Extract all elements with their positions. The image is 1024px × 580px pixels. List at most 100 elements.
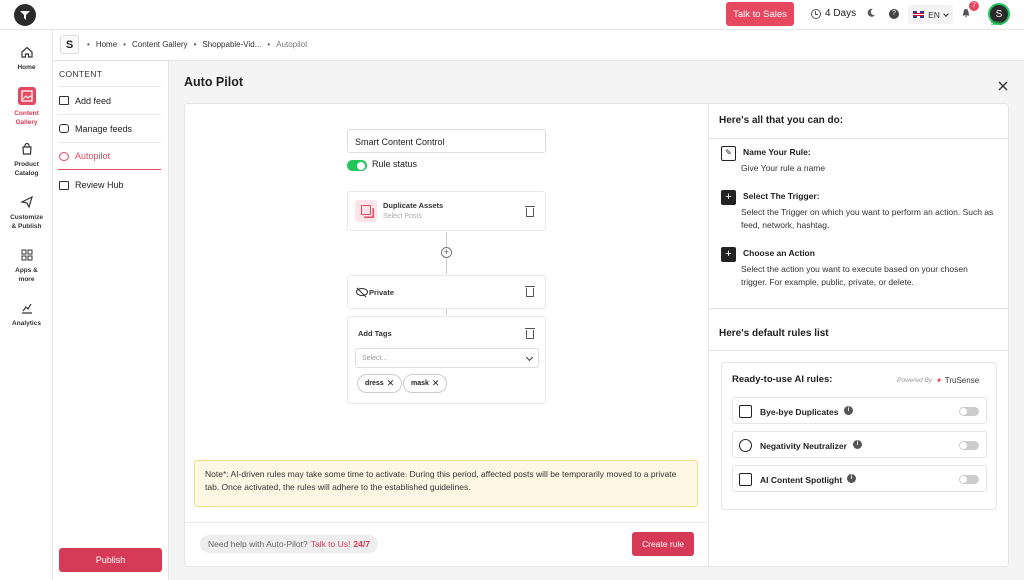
help-text: Need help with Auto-Pilot? — [208, 539, 308, 549]
action-title: Private — [369, 288, 395, 297]
help-pill: Need help with Auto-Pilot? Talk to Us! 2… — [200, 535, 378, 553]
nav-item-customize-publish[interactable]: Customize & Publish — [0, 195, 53, 231]
sentiment-icon — [739, 439, 752, 452]
autopilot-icon — [59, 151, 69, 161]
delete-tags-icon[interactable] — [525, 328, 535, 339]
clock-icon — [811, 8, 821, 19]
eye-off-icon — [356, 288, 368, 296]
rule-status-label: Rule status — [372, 159, 418, 169]
step-desc: Select the action you want to execute ba… — [741, 264, 968, 287]
nav-label-product-catalog: Product Catalog — [14, 161, 39, 177]
tag-label: mask — [411, 380, 429, 387]
plus-icon: + — [721, 247, 736, 262]
breadcrumb-home[interactable]: Home — [96, 40, 117, 49]
powered-by: Powered By ✦ TruSense — [897, 376, 980, 385]
bag-icon — [21, 142, 32, 155]
sidebar-item-label: Add feed — [75, 95, 112, 106]
add-tags-card: Add Tags Select... dress ✕ mask ✕ — [347, 316, 546, 404]
info-icon[interactable]: i — [847, 474, 856, 483]
main-nav: Home Content Gallery Product Catalog Cus… — [0, 30, 53, 580]
sidebar-item-manage-feeds[interactable]: Manage feeds — [58, 114, 161, 142]
gallery-icon — [17, 87, 36, 105]
content-sidebar: CONTENT Add feed Manage feeds Autopilot … — [53, 61, 169, 580]
chevron-down-icon — [525, 353, 534, 362]
breadcrumb-feed[interactable]: Shoppable-Vid... — [202, 40, 261, 49]
chevron-down-icon — [943, 10, 949, 17]
tag-chip: dress ✕ — [357, 374, 403, 393]
home-icon — [20, 46, 33, 58]
sidebar-header: CONTENT — [59, 69, 103, 79]
tag-chip: mask ✕ — [403, 374, 448, 393]
top-bar: Talk to Sales 4 Days ? EN 7 S 50% — [0, 0, 1024, 30]
nav-item-analytics[interactable]: Analytics — [0, 301, 53, 328]
breadcrumb-content-gallery[interactable]: Content Gallery — [132, 40, 188, 49]
edit-icon: ✎ — [721, 146, 736, 161]
add-step-icon[interactable]: + — [441, 247, 452, 258]
tags-select[interactable]: Select... — [355, 348, 539, 368]
create-rule-button[interactable]: Create rule — [632, 532, 694, 556]
sidebar-item-review-hub[interactable]: Review Hub — [58, 171, 161, 199]
brand-logo-icon[interactable] — [14, 4, 36, 26]
default-rules-heading: Here's default rules list — [719, 328, 829, 339]
ai-rule-row: AI Content Spotlight i — [732, 465, 987, 492]
rule-status-toggle[interactable] — [347, 160, 367, 171]
sidebar-item-add-feed[interactable]: Add feed — [58, 86, 161, 114]
ai-rule-toggle[interactable] — [959, 407, 979, 416]
duplicate-icon — [739, 405, 752, 418]
ai-rule-row: Bye-bye Duplicates i — [732, 397, 987, 424]
support-hours: 24/7 — [353, 539, 370, 549]
sidebar-item-autopilot[interactable]: Autopilot — [58, 142, 161, 170]
nav-item-content-gallery[interactable]: Content Gallery — [0, 87, 53, 127]
trigger-title: Duplicate Assets — [383, 201, 444, 210]
publish-button[interactable]: Publish — [59, 548, 162, 572]
uk-flag-icon — [913, 11, 925, 18]
action-card[interactable]: Private — [347, 275, 546, 309]
talk-to-sales-button[interactable]: Talk to Sales — [726, 2, 794, 26]
sparkle-icon: ✦ — [935, 376, 942, 385]
workspace-switcher[interactable]: S — [60, 35, 79, 54]
duplicate-icon — [355, 200, 377, 222]
moon-icon[interactable] — [866, 8, 876, 18]
close-icon[interactable] — [997, 80, 1009, 92]
nav-item-product-catalog[interactable]: Product Catalog — [0, 142, 53, 178]
language-selector[interactable]: EN — [908, 5, 953, 24]
nav-label-home: Home — [17, 64, 36, 71]
plus-icon: + — [721, 190, 736, 205]
ai-rule-label: Bye-bye Duplicates — [760, 407, 839, 417]
help-icon[interactable]: ? — [889, 9, 899, 19]
nav-label-analytics: Analytics — [12, 320, 41, 327]
nav-item-home[interactable]: Home — [0, 45, 53, 72]
ai-rule-toggle[interactable] — [959, 475, 979, 484]
activation-note: Note*: AI-driven rules may take some tim… — [194, 460, 698, 507]
apps-icon — [21, 249, 32, 261]
add-square-icon — [59, 96, 69, 105]
info-icon[interactable]: i — [844, 406, 853, 415]
ai-rule-toggle[interactable] — [959, 441, 979, 450]
ai-rules-title: Ready-to-use AI rules: — [732, 374, 833, 385]
step-desc: Select the Trigger on which you want to … — [741, 207, 994, 230]
trigger-card[interactable]: Duplicate Assets Select Posts — [347, 191, 546, 231]
language-code: EN — [928, 9, 940, 20]
nav-label-apps: Apps & more — [15, 267, 38, 283]
talk-to-us-link[interactable]: Talk to Us! — [311, 539, 351, 549]
spotlight-icon — [739, 473, 752, 486]
tag-label: dress — [365, 380, 384, 387]
remove-tag-icon[interactable]: ✕ — [387, 378, 395, 389]
profile-progress: 50% — [991, 21, 1003, 27]
ai-rule-row: Negativity Neutralizer i — [732, 431, 987, 458]
rule-name-input[interactable]: Smart Content Control — [347, 129, 546, 153]
ai-rule-label: Negativity Neutralizer — [760, 441, 847, 451]
delete-trigger-icon[interactable] — [525, 206, 535, 217]
page-title: Auto Pilot — [184, 75, 244, 89]
analytics-icon — [21, 303, 32, 314]
delete-action-icon[interactable] — [525, 286, 535, 297]
feeds-icon — [59, 124, 69, 133]
send-icon — [19, 195, 33, 209]
info-icon[interactable]: i — [853, 440, 862, 449]
notification-count-badge: 7 — [969, 1, 979, 11]
step-title: Name Your Rule: — [743, 147, 811, 157]
trial-days-indicator[interactable]: 4 Days — [811, 8, 856, 19]
remove-tag-icon[interactable]: ✕ — [432, 378, 440, 389]
nav-item-apps[interactable]: Apps & more — [0, 248, 53, 284]
trigger-subtitle: Select Posts — [383, 213, 422, 220]
